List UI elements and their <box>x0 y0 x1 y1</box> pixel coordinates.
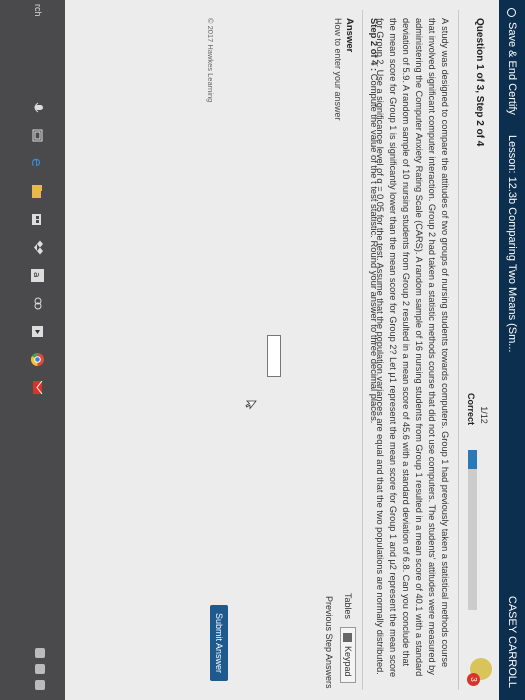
save-end-label: Save & End Certify <box>506 22 518 115</box>
svg-text:a: a <box>31 272 41 278</box>
problem-text: A study was designed to compare the atti… <box>375 18 450 678</box>
system-tray <box>35 648 45 690</box>
avatar-badge[interactable]: 3 <box>467 658 492 686</box>
question-header: Question 1 of 3, Step 2 of 4 <box>474 18 485 147</box>
tables-button[interactable]: Tables <box>343 593 353 619</box>
lesson-title[interactable]: Lesson: 12.3b Comparing Two Means (Sm... <box>506 135 518 352</box>
taskbar: rch e a <box>0 0 65 700</box>
microphone-icon[interactable] <box>30 100 45 115</box>
battery-icon[interactable] <box>35 680 45 690</box>
step-instruction: Step 2 of 4 : Compute the value of the t… <box>369 18 380 678</box>
amazon-icon[interactable]: a <box>30 268 45 283</box>
score-label: 1/12 <box>479 406 489 424</box>
user-name[interactable]: CASEY CARROLL <box>506 596 518 688</box>
previous-step-answers-link[interactable]: Previous Step Answers <box>324 596 334 689</box>
dropbox-icon[interactable] <box>30 240 45 255</box>
divider <box>362 10 363 690</box>
keypad-button[interactable]: Keypad <box>340 627 356 683</box>
step-text: Compute the value of the t test statisti… <box>369 73 380 424</box>
submit-answer-button[interactable]: Submit Answer <box>210 605 228 682</box>
edge-icon[interactable]: e <box>30 156 45 171</box>
progress-fill <box>468 450 477 470</box>
divider <box>458 10 459 690</box>
screen: Save & End Certify Lesson: 12.3b Compari… <box>0 0 525 700</box>
chrome-icon[interactable] <box>30 352 45 367</box>
task-view-icon[interactable] <box>30 128 45 143</box>
answer-input[interactable] <box>267 335 281 377</box>
people-icon[interactable] <box>30 296 45 311</box>
media-icon[interactable] <box>30 324 45 339</box>
copyright-footer: © 2017 Hawkes Learning <box>206 18 215 103</box>
save-icon <box>507 8 517 17</box>
status-label: Correct <box>466 393 476 426</box>
svg-text:e: e <box>30 158 44 167</box>
progress-bar <box>468 450 477 610</box>
how-to-enter-link[interactable]: How to enter your answer <box>333 18 343 121</box>
mail-icon[interactable] <box>30 380 45 395</box>
save-end-button[interactable]: Save & End Certify <box>506 8 518 115</box>
taskbar-search[interactable]: rch <box>33 4 43 17</box>
notification-count: 3 <box>467 673 480 686</box>
step-label: Step 2 of 4 : <box>369 18 380 72</box>
network-icon[interactable] <box>35 648 45 658</box>
answer-title: Answer <box>344 18 355 53</box>
top-bar: Save & End Certify Lesson: 12.3b Compari… <box>499 0 525 700</box>
store-icon[interactable] <box>30 212 45 227</box>
mouse-cursor-icon <box>245 400 257 410</box>
keypad-icon <box>343 633 353 642</box>
volume-icon[interactable] <box>35 664 45 674</box>
file-explorer-icon[interactable] <box>30 184 45 199</box>
keypad-label: Keypad <box>343 646 353 677</box>
